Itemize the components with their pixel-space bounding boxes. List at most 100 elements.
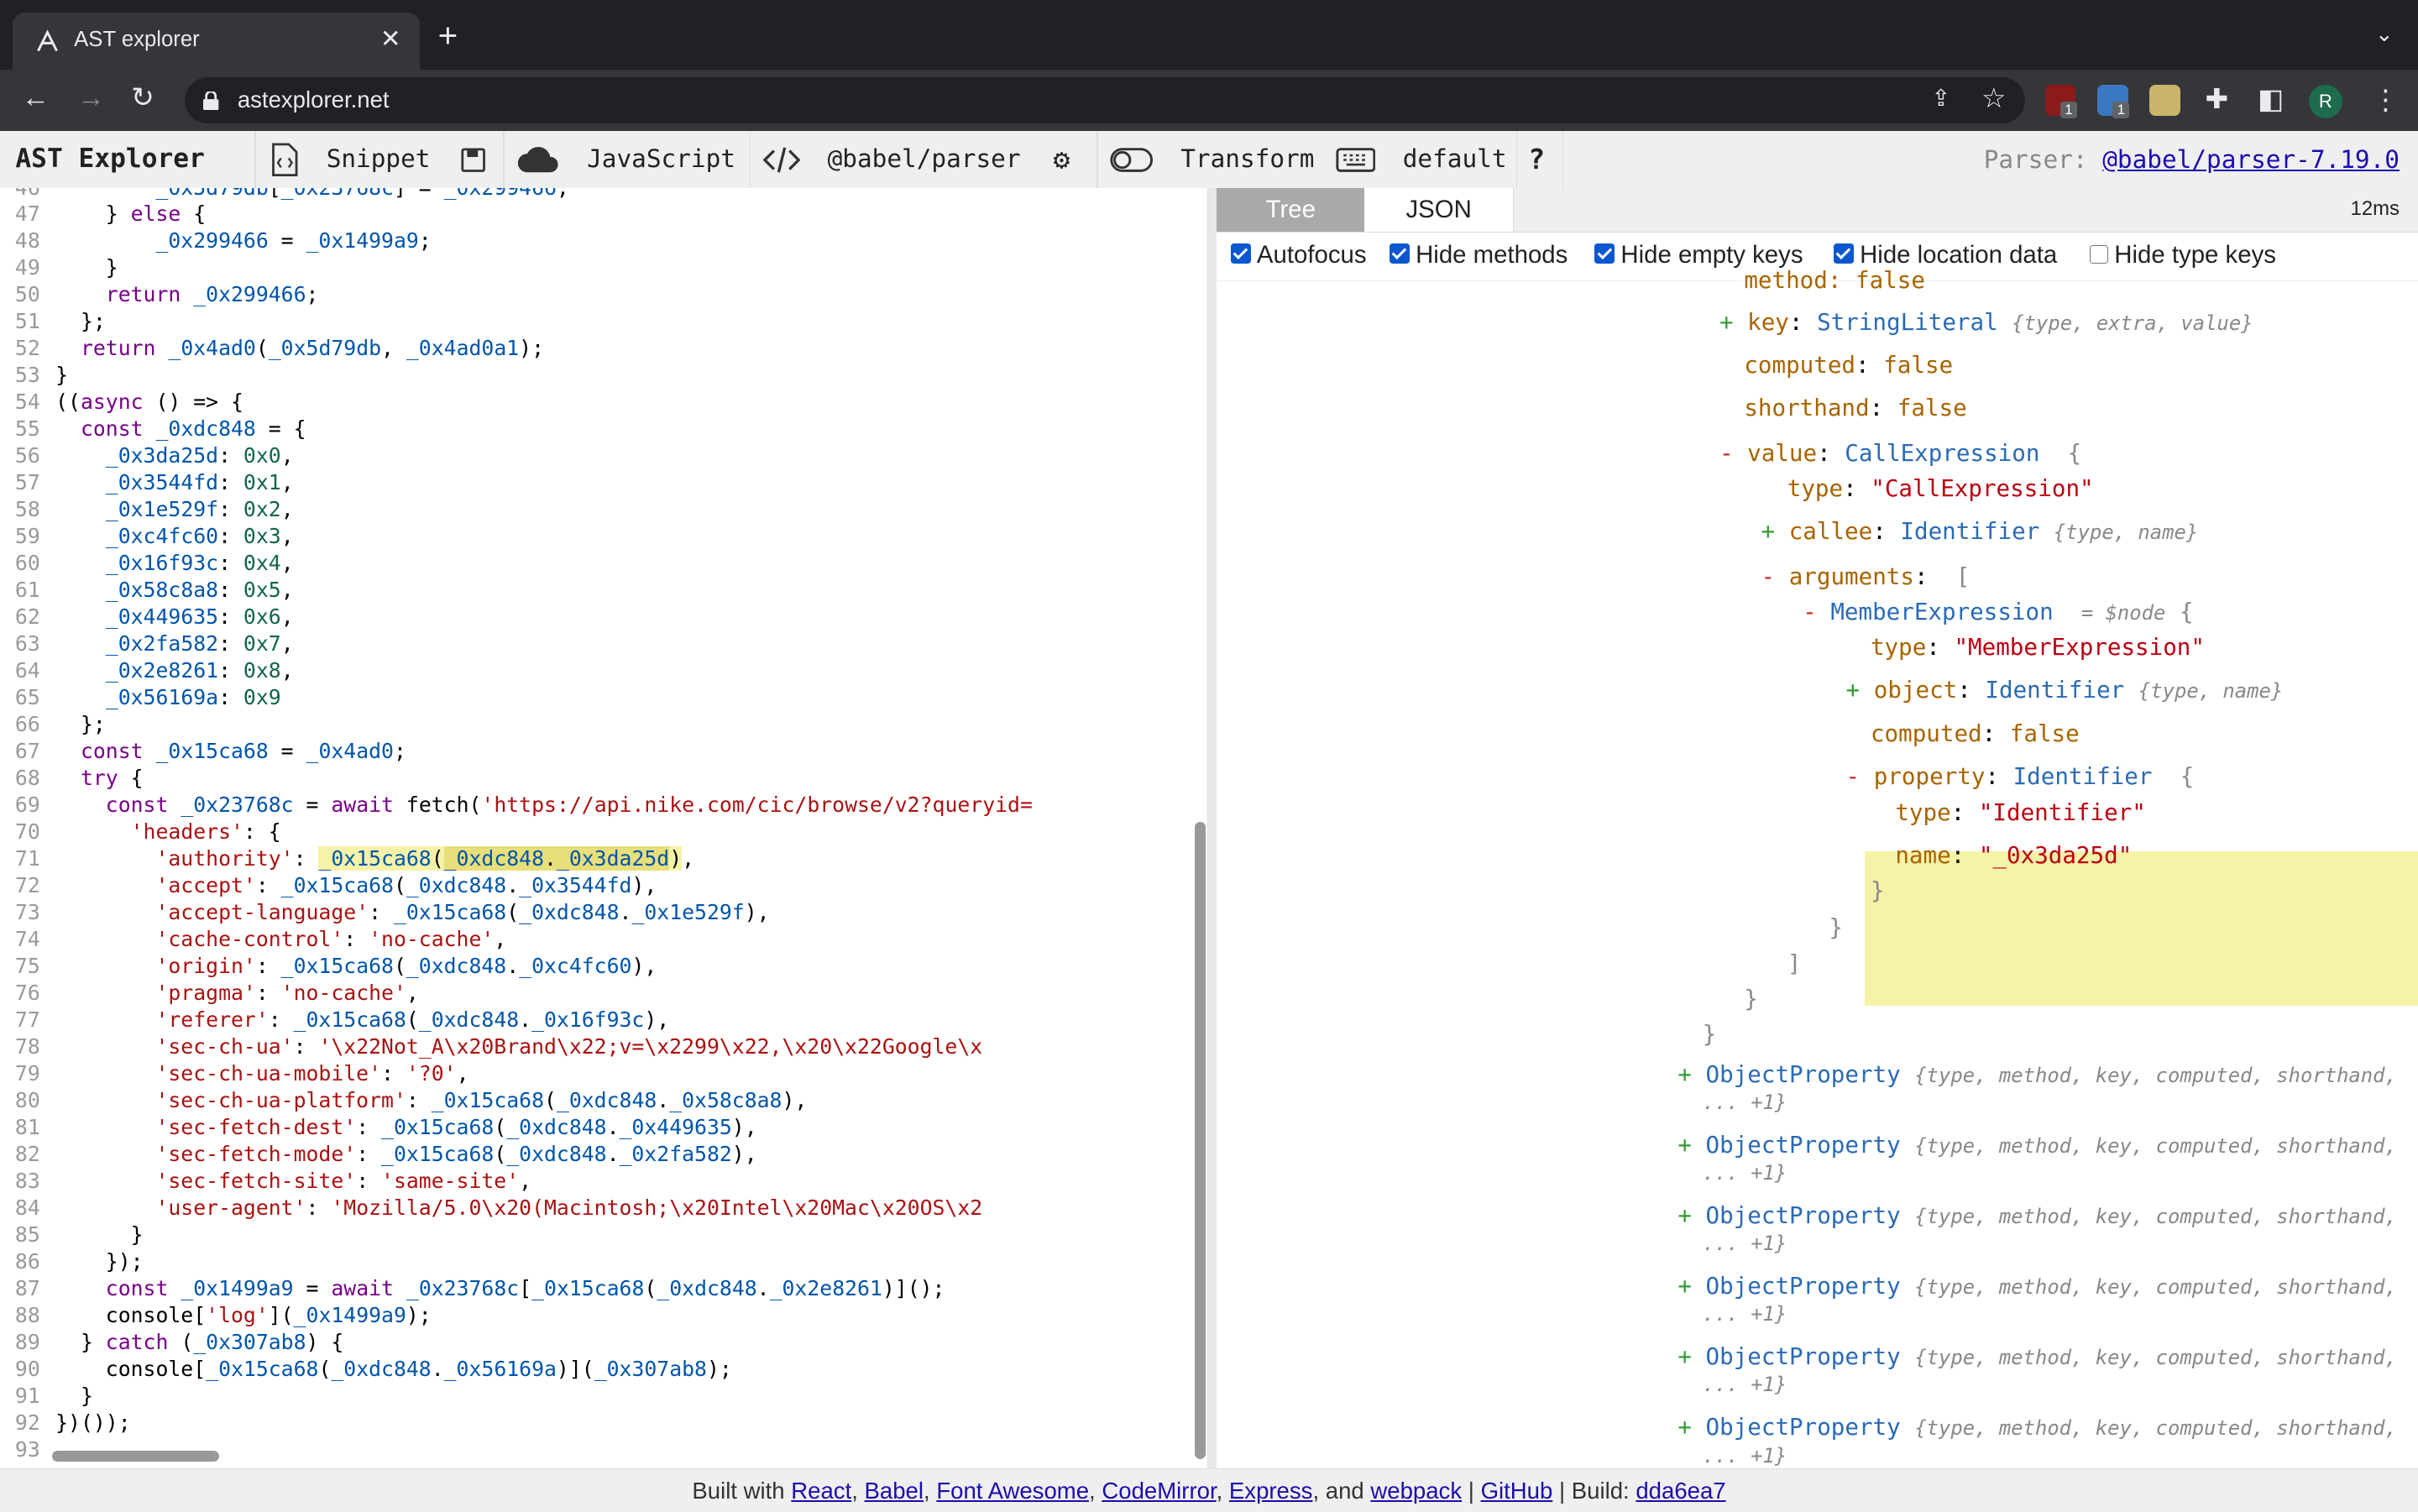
tree-row-object-property[interactable]: + ObjectProperty {type, method, key, com… bbox=[1677, 1271, 2397, 1303]
footer-link-webpack[interactable]: webpack bbox=[1370, 1478, 1462, 1504]
parser-settings-gear-icon[interactable]: ⚙ bbox=[1053, 131, 1070, 188]
editor-vertical-scrollbar[interactable] bbox=[1195, 821, 1206, 1459]
line-number: 71 bbox=[14, 846, 40, 871]
tree-row-arguments[interactable]: - arguments: [ bbox=[1761, 562, 1971, 593]
option-label: Autofocus bbox=[1256, 240, 1367, 269]
tree-row-value[interactable]: - value: CallExpression { bbox=[1719, 438, 2081, 469]
footer-link-github[interactable]: GitHub bbox=[1481, 1478, 1553, 1504]
closing-brace: } bbox=[1870, 877, 1885, 905]
line-number: 57 bbox=[14, 469, 40, 494]
footer-link-react[interactable]: React bbox=[791, 1478, 851, 1504]
language-menu[interactable]: JavaScript bbox=[516, 131, 735, 188]
code-line: 74 'cache-control': 'no-cache', bbox=[0, 926, 506, 953]
tree-row-more: ... +1} bbox=[1702, 1443, 1787, 1468]
build-hash-link[interactable]: dda6ea7 bbox=[1636, 1478, 1725, 1504]
tab-close-icon[interactable]: ✕ bbox=[380, 24, 401, 54]
tree-row-member-expression[interactable]: - MemberExpression = $node { bbox=[1803, 597, 2193, 629]
snippet-menu[interactable]: Snippet bbox=[269, 131, 430, 188]
footer-link-font-awesome[interactable]: Font Awesome bbox=[936, 1478, 1089, 1504]
transform-toggle[interactable]: Transform bbox=[1110, 131, 1314, 188]
parser-label: @babel/parser bbox=[827, 144, 1021, 174]
tree-row-key[interactable]: + key: StringLiteral {type, extra, value… bbox=[1719, 307, 2253, 339]
code-line: 84 'user-agent': 'Mozilla/5.0\x20(Macint… bbox=[0, 1195, 982, 1222]
line-number: 61 bbox=[14, 577, 40, 602]
browser-tab[interactable]: AST explorer ✕ bbox=[12, 12, 420, 70]
output-panel: Tree JSON 12ms Autofocus Hide methods Hi… bbox=[1217, 188, 2418, 1468]
tree-row-object-property[interactable]: + ObjectProperty {type, method, key, com… bbox=[1677, 1342, 2397, 1373]
footer-link-express[interactable]: Express bbox=[1229, 1478, 1313, 1504]
line-number: 87 bbox=[14, 1276, 40, 1301]
browser-menu-icon[interactable]: ⋮ bbox=[2372, 83, 2400, 117]
tree-row-property[interactable]: - property: Identifier { bbox=[1846, 761, 2195, 793]
astexplorer-favicon-icon bbox=[34, 28, 61, 55]
line-number: 63 bbox=[14, 630, 40, 656]
tab-tree[interactable]: Tree bbox=[1217, 188, 1365, 232]
line-number: 75 bbox=[14, 954, 40, 979]
code-line: 52 return _0x4ad0(_0x5d79db, _0x4ad0a1); bbox=[0, 335, 544, 362]
lock-icon[interactable] bbox=[203, 88, 219, 110]
help-icon[interactable]: ? bbox=[1528, 131, 1545, 188]
forward-arrow-icon[interactable]: → bbox=[77, 81, 105, 115]
tab-json[interactable]: JSON bbox=[1364, 188, 1514, 232]
tree-row-name: name: "_0x3da25d" bbox=[1895, 842, 2133, 869]
code-line: 91 } bbox=[0, 1383, 93, 1410]
output-tabs: Tree JSON 12ms bbox=[1217, 188, 2418, 233]
code-line: 82 'sec-fetch-mode': _0x15ca68(_0xdc848.… bbox=[0, 1141, 757, 1168]
line-number: 85 bbox=[14, 1222, 40, 1248]
code-line: 49 } bbox=[0, 254, 118, 281]
divider bbox=[1562, 131, 1564, 189]
extension-icon[interactable] bbox=[2149, 85, 2181, 116]
profile-avatar[interactable]: R bbox=[2308, 85, 2342, 119]
code-line: 63 _0x2fa582: 0x7, bbox=[0, 630, 294, 657]
line-number: 73 bbox=[14, 900, 40, 925]
code-line: 77 'referer': _0x15ca68(_0xdc848._0x16f9… bbox=[0, 1007, 669, 1033]
parser-version-link[interactable]: @babel/parser-7.19.0 bbox=[2102, 145, 2400, 174]
line-number: 65 bbox=[14, 685, 40, 710]
back-arrow-icon[interactable]: ← bbox=[22, 81, 50, 115]
tree-row-callee[interactable]: + callee: Identifier {type, name} bbox=[1761, 516, 2199, 548]
hide-type-keys-checkbox[interactable]: Hide type keys bbox=[2089, 241, 2276, 269]
parser-menu[interactable]: @babel/parser bbox=[762, 131, 1021, 188]
save-icon[interactable] bbox=[461, 131, 486, 188]
hide-methods-checkbox[interactable]: Hide methods bbox=[1389, 241, 1568, 269]
keymap-menu[interactable]: default bbox=[1335, 131, 1507, 188]
tree-row-object-property[interactable]: + ObjectProperty {type, method, key, com… bbox=[1677, 1412, 2397, 1444]
code-line: 55 const _0xdc848 = { bbox=[0, 416, 306, 442]
extension-icon[interactable]: 1 bbox=[2096, 85, 2130, 119]
code-line: 51 }; bbox=[0, 308, 106, 335]
share-icon[interactable]: ⇪ bbox=[1931, 85, 1950, 112]
code-line: 85 } bbox=[0, 1222, 144, 1248]
code-line: 88 console['log'](_0x1499a9); bbox=[0, 1302, 432, 1329]
footer-link-codemirror[interactable]: CodeMirror bbox=[1102, 1478, 1216, 1504]
tree-row-object-property[interactable]: + ObjectProperty {type, method, key, com… bbox=[1677, 1130, 2397, 1162]
checkbox-checked-icon bbox=[1230, 243, 1251, 264]
ublock-extension-icon[interactable]: 1 bbox=[2044, 85, 2078, 119]
tab-search-chevron-icon[interactable]: ⌄ bbox=[2375, 22, 2394, 47]
new-tab-icon[interactable]: + bbox=[438, 18, 458, 52]
tree-row-object-property[interactable]: + ObjectProperty {type, method, key, com… bbox=[1677, 1201, 2397, 1232]
divider bbox=[254, 131, 256, 189]
footer-link-babel[interactable]: Babel bbox=[865, 1478, 924, 1504]
line-number: 64 bbox=[14, 658, 40, 683]
code-line: 53} bbox=[0, 362, 68, 389]
line-number: 80 bbox=[14, 1088, 40, 1113]
editor-horizontal-scrollbar[interactable] bbox=[52, 1451, 219, 1462]
code-editor[interactable]: 46 _0x5d79db[_0x23768c] = _0x299466; 47 … bbox=[0, 188, 1208, 1468]
autofocus-checkbox[interactable]: Autofocus bbox=[1230, 240, 1367, 269]
reload-icon[interactable]: ↻ bbox=[131, 81, 154, 115]
bookmark-star-icon[interactable]: ☆ bbox=[1981, 81, 2007, 115]
address-bar[interactable]: astexplorer.net ⇪ ☆ bbox=[185, 76, 2025, 123]
line-number: 53 bbox=[14, 362, 40, 387]
code-line: 70 'headers': { bbox=[0, 819, 281, 845]
keymap-label: default bbox=[1402, 144, 1507, 174]
tree-row-object[interactable]: + object: Identifier {type, name} bbox=[1846, 675, 2284, 707]
line-number: 70 bbox=[14, 819, 40, 845]
side-panel-icon[interactable]: ◧ bbox=[2258, 83, 2284, 117]
line-number: 89 bbox=[14, 1330, 40, 1355]
code-line: 86 }); bbox=[0, 1248, 144, 1275]
extensions-puzzle-icon[interactable]: ✚ bbox=[2206, 83, 2229, 117]
checkbox-checked-icon bbox=[1833, 243, 1854, 264]
checkbox-unchecked-icon bbox=[2089, 245, 2108, 264]
code-line: 90 console[_0x15ca68(_0xdc848._0x56169a)… bbox=[0, 1356, 732, 1383]
tree-row-object-property[interactable]: + ObjectProperty {type, method, key, com… bbox=[1677, 1059, 2397, 1091]
